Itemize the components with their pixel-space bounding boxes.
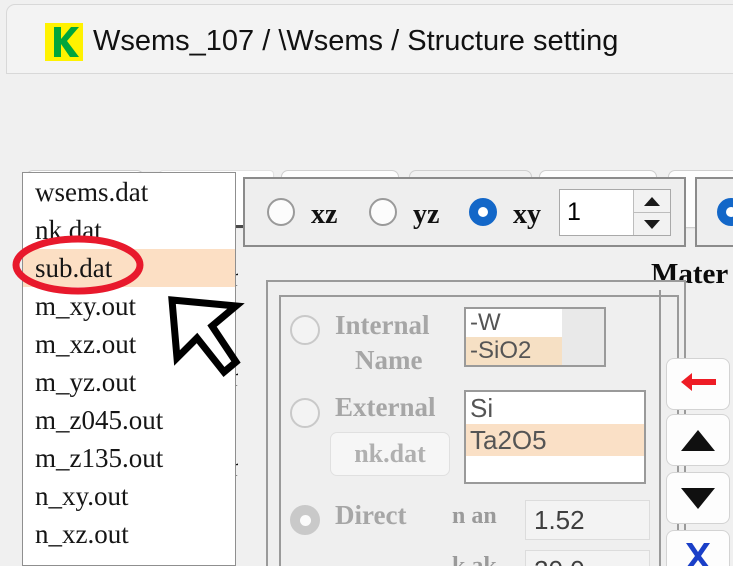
file-list-dropdown[interactable]: wsems.dat nk.dat sub.dat m_xy.out m_xz.o… — [22, 172, 236, 566]
stepper-buttons — [633, 190, 670, 235]
stepper-down-button[interactable] — [634, 213, 670, 235]
radio-plane-yz[interactable] — [369, 198, 397, 226]
list-item[interactable]: m_xy.out — [23, 287, 235, 325]
secondary-radio-group — [695, 177, 733, 247]
direct-label: Direct — [335, 500, 407, 530]
delete-button[interactable] — [666, 530, 730, 566]
list-item[interactable]: sub.dat — [23, 249, 235, 287]
list-item[interactable]: n_xy.out — [23, 477, 235, 515]
internal-name-listbox[interactable]: -W -SiO2 — [464, 307, 606, 367]
radio-plane-xy-label: xy — [513, 199, 541, 230]
list-item[interactable]: m_xz.out — [23, 325, 235, 363]
list-item[interactable]: Si — [466, 392, 644, 424]
radio-plane-yz-label: yz — [413, 199, 440, 230]
move-down-button[interactable] — [666, 472, 730, 524]
internal-name-label-line2: Name — [355, 345, 423, 375]
external-label: External — [335, 392, 436, 422]
radio-plane-xz[interactable] — [267, 198, 295, 226]
k-logo-icon — [45, 23, 83, 61]
list-item[interactable]: m_z045.out — [23, 401, 235, 439]
list-item[interactable]: nk.dat — [23, 211, 235, 249]
external-file-button[interactable]: nk.dat — [330, 432, 450, 476]
radio-secondary-option[interactable] — [717, 198, 733, 226]
list-item[interactable]: wsems.dat — [23, 173, 235, 211]
triangle-up-icon — [644, 196, 660, 206]
move-up-button[interactable] — [666, 414, 730, 466]
radio-internal-name[interactable] — [290, 315, 320, 345]
toolbar: Draw 0 s Exit Clear Save Op — [0, 78, 733, 228]
radio-external[interactable] — [290, 398, 320, 428]
stepper-up-button[interactable] — [634, 190, 670, 213]
arrow-left-icon — [678, 370, 718, 399]
window-title: Wsems_107 / \Wsems / Structure setting — [93, 25, 619, 57]
direct-k-value[interactable]: 20.0 — [525, 550, 650, 566]
list-item[interactable]: m_yz.out — [23, 363, 235, 401]
external-material-listbox[interactable]: Si Ta2O5 — [464, 390, 646, 484]
application-window: Wsems_107 / \Wsems / Structure setting D… — [0, 0, 733, 566]
list-item[interactable]: Ta2O5 — [466, 424, 644, 456]
list-item[interactable]: m_z135.out — [23, 439, 235, 477]
internal-name-label-line1: Internal — [335, 310, 430, 340]
list-item[interactable]: n_xz.out — [23, 515, 235, 553]
list-item[interactable]: n_yz.out — [23, 553, 235, 565]
plane-index-stepper[interactable]: 1 — [559, 189, 671, 236]
triangle-down-icon — [644, 219, 660, 229]
direct-n-value[interactable]: 1.52 — [525, 500, 650, 540]
triangle-down-icon — [681, 487, 715, 509]
radio-direct[interactable] — [290, 505, 320, 535]
direct-n-label: n an — [452, 503, 497, 529]
x-mark-icon — [681, 537, 715, 566]
direct-k-label: k ak — [452, 553, 497, 566]
title-bar: Wsems_107 / \Wsems / Structure setting — [6, 4, 733, 74]
triangle-up-icon — [681, 429, 715, 451]
radio-plane-xy[interactable] — [469, 198, 497, 226]
plane-index-value[interactable]: 1 — [560, 190, 633, 235]
listbox-shade — [562, 309, 604, 365]
move-left-button[interactable] — [666, 358, 730, 410]
radio-plane-xz-label: xz — [311, 199, 338, 230]
